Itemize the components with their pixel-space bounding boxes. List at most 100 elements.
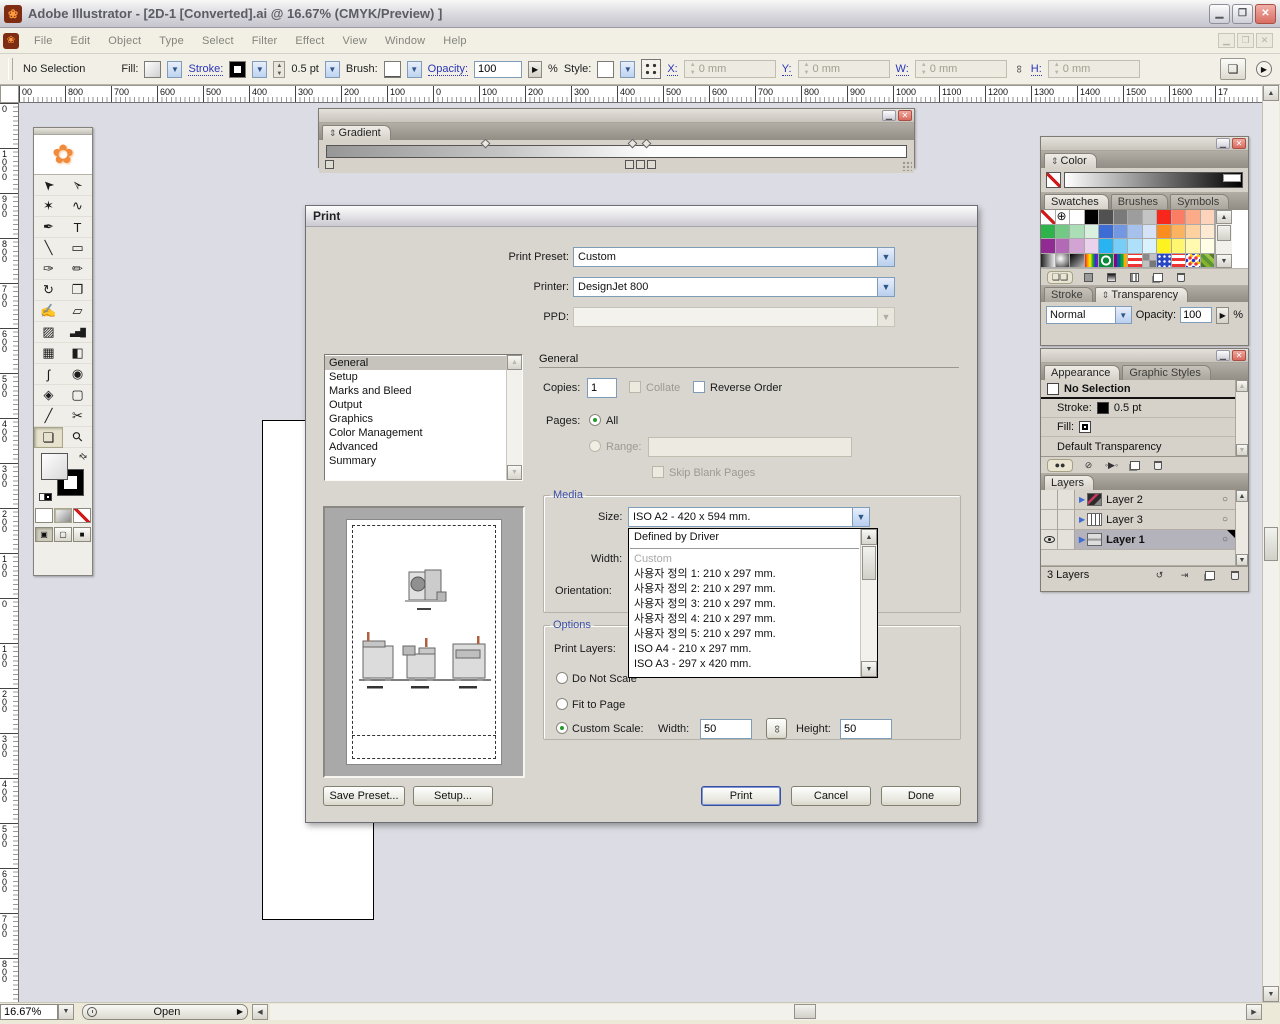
opacity-apply-icon[interactable]: ▶ [1216, 307, 1229, 324]
new-item-button[interactable] [1127, 459, 1142, 472]
scroll-down-icon[interactable]: ▼ [1236, 554, 1248, 566]
reference-point-icon[interactable] [641, 59, 661, 79]
lasso-tool[interactable]: ∿ [63, 196, 92, 217]
swatch[interactable] [1143, 239, 1158, 254]
y-link[interactable]: Y: [782, 63, 792, 76]
scroll-up-icon[interactable]: ▲ [1216, 210, 1232, 224]
swatch[interactable] [1186, 210, 1201, 225]
control-bar-grip[interactable] [8, 58, 13, 80]
swatches-scrollbar[interactable]: ▲ ▼ [1215, 210, 1232, 268]
color-ramp[interactable] [1041, 168, 1248, 192]
standard-screen-mode-button[interactable]: ▣ [35, 527, 53, 542]
section-marks-and-bleed[interactable]: Marks and Bleed [325, 384, 506, 398]
stroke-link[interactable]: Stroke: [188, 63, 223, 76]
expand-triangle-icon[interactable]: ▶ [1079, 495, 1085, 504]
tab-brushes[interactable]: Brushes [1111, 194, 1168, 209]
swatch[interactable] [1070, 225, 1085, 240]
chevron-down-icon[interactable]: ▼ [1115, 307, 1131, 323]
swatch[interactable] [1056, 239, 1071, 254]
new-art-basic-appearance-button[interactable]: ●● [1047, 459, 1073, 472]
eyedropper-tool[interactable]: ʃ [34, 364, 63, 385]
menu-edit[interactable]: Edit [62, 31, 100, 51]
swatch-grid[interactable] [1041, 210, 1215, 268]
print-button[interactable]: Print [701, 786, 781, 806]
full-screen-mode-button[interactable]: ■ [73, 527, 91, 542]
show-pattern-swatches-button[interactable] [1127, 271, 1142, 284]
show-color-swatches-button[interactable] [1081, 271, 1096, 284]
tab-color[interactable]: ⇕Color [1044, 153, 1097, 168]
gradient-button[interactable] [54, 508, 72, 523]
section-color-management[interactable]: Color Management [325, 426, 506, 440]
clear-appearance-button[interactable]: ⊘ [1081, 459, 1096, 472]
custom-scale-radio[interactable] [556, 722, 568, 734]
stroke-dropdown-arrow-icon[interactable]: ▼ [252, 61, 267, 78]
swatch[interactable] [1186, 239, 1201, 254]
swatch[interactable] [1128, 239, 1143, 254]
gradient-midpoint-icon[interactable] [628, 139, 638, 149]
opacity-input[interactable] [474, 61, 522, 78]
maximize-button[interactable]: ❐ [1232, 4, 1253, 24]
copies-input[interactable] [587, 378, 617, 398]
swatch[interactable] [1114, 254, 1129, 269]
default-fill-stroke-icon[interactable] [39, 493, 52, 503]
print-preview[interactable] [323, 506, 525, 778]
print-sections-list[interactable]: GeneralSetupMarks and BleedOutputGraphic… [324, 354, 523, 481]
full-screen-menu-mode-button[interactable]: ▢ [54, 527, 72, 542]
gradient-stop-icon[interactable] [625, 160, 634, 169]
gradient-slider[interactable] [326, 145, 907, 158]
swatch[interactable] [1056, 225, 1071, 240]
target-circle-icon[interactable]: ○ [1222, 514, 1228, 525]
grayscale-ramp[interactable] [1064, 172, 1243, 188]
style-dropdown-arrow-icon[interactable]: ▼ [620, 61, 635, 78]
swatch[interactable] [1114, 239, 1129, 254]
gradient-stop-icon[interactable] [647, 160, 656, 169]
cancel-button[interactable]: Cancel [791, 786, 871, 806]
opacity-link[interactable]: Opacity: [428, 63, 468, 76]
appearance-row-stroke[interactable]: Stroke: 0.5 pt [1041, 399, 1235, 418]
page-tool[interactable]: ❏ [34, 427, 63, 448]
swatch[interactable] [1099, 225, 1114, 240]
warp-tool[interactable]: ✍ [34, 301, 63, 322]
swatch[interactable] [1201, 254, 1216, 269]
show-all-swatches-button[interactable]: ❏❏ [1047, 271, 1073, 284]
go-to-bridge-button[interactable]: ❏ [1220, 58, 1246, 80]
swatch[interactable] [1114, 225, 1129, 240]
size-dropdown-scrollbar[interactable]: ▲ ▼ [860, 529, 877, 677]
horizontal-ruler[interactable]: 0080070060050040030020010001002003004005… [19, 85, 1262, 103]
blend-tool[interactable]: ◉ [63, 364, 92, 385]
visibility-toggle[interactable] [1041, 510, 1058, 529]
scroll-down-icon[interactable]: ▼ [1216, 254, 1232, 268]
section-summary[interactable]: Summary [325, 454, 506, 468]
zoom-tool[interactable]: ⚲ [63, 427, 92, 448]
ruler-corner[interactable] [0, 85, 19, 103]
pen-tool[interactable]: ✒ [34, 217, 63, 238]
delete-layer-button[interactable] [1227, 569, 1242, 582]
swatch[interactable] [1085, 254, 1100, 269]
setup-button[interactable]: Setup... [413, 786, 493, 806]
live-paint-bucket-tool[interactable]: ◈ [34, 385, 63, 406]
layers-scrollbar[interactable]: ▲ ▼ [1235, 490, 1248, 566]
swatch[interactable] [1128, 210, 1143, 225]
swatch[interactable] [1143, 210, 1158, 225]
column-graph-tool[interactable]: ▃▅█ [63, 322, 92, 343]
fit-to-page-radio[interactable] [556, 698, 568, 710]
tab-appearance[interactable]: Appearance [1044, 365, 1120, 380]
fill-dropdown-arrow-icon[interactable]: ▼ [167, 61, 182, 78]
palette-minimize-icon[interactable]: ▁ [1216, 138, 1230, 149]
lock-toggle[interactable] [1058, 510, 1075, 529]
sections-scrollbar[interactable]: ▲ ▼ [506, 355, 522, 480]
scrollbar-thumb[interactable] [794, 1004, 816, 1019]
type-tool[interactable]: T [63, 217, 92, 238]
chevron-down-icon[interactable]: ▼ [877, 278, 894, 296]
vertical-scrollbar[interactable]: ▲ ▼ [1262, 85, 1279, 1002]
section-setup[interactable]: Setup [325, 370, 506, 384]
swatch[interactable] [1070, 254, 1085, 269]
layer-row[interactable]: ▶Layer 2○ [1041, 490, 1248, 510]
doc-minimize-button[interactable]: ▁ [1218, 33, 1235, 48]
swatch[interactable] [1085, 225, 1100, 240]
menu-filter[interactable]: Filter [243, 31, 287, 51]
white-selector[interactable] [1223, 174, 1241, 182]
fill-swatch[interactable] [144, 61, 161, 78]
scroll-right-icon[interactable]: ▶ [1246, 1004, 1262, 1020]
visibility-toggle[interactable] [1041, 490, 1058, 509]
